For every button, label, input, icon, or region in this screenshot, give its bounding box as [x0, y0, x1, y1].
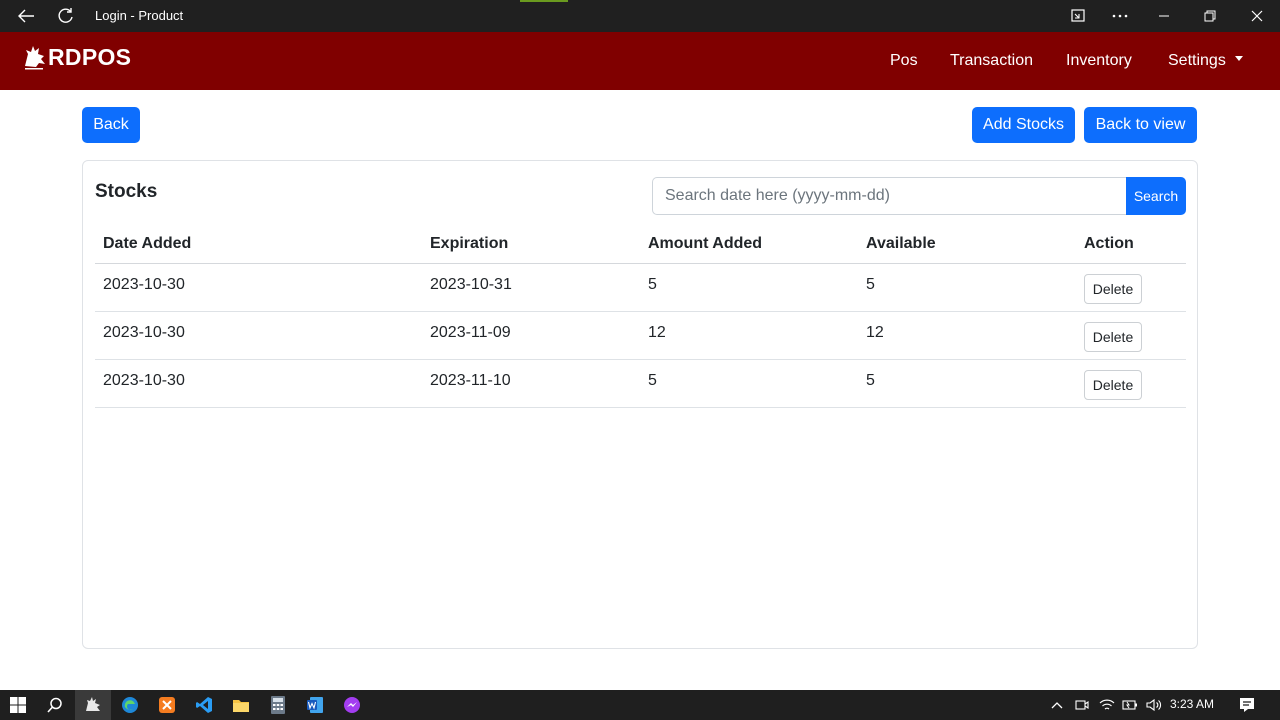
- cell-amount-added: 5: [648, 276, 657, 293]
- app-navbar: RDPOS Pos Transaction Inventory Settings: [0, 32, 1280, 90]
- brand-logo-icon: [25, 46, 45, 70]
- stocks-table: Date Added Expiration Amount Added Avail…: [95, 225, 1186, 408]
- cell-available: 12: [866, 324, 884, 341]
- close-icon[interactable]: [1243, 0, 1271, 32]
- stocks-title: Stocks: [95, 181, 158, 202]
- delete-button[interactable]: Delete: [1084, 322, 1142, 352]
- vscode-icon[interactable]: [186, 690, 222, 720]
- back-to-view-button[interactable]: Back to view: [1084, 107, 1197, 143]
- windows-start-icon[interactable]: [0, 690, 36, 720]
- cell-available: 5: [866, 276, 875, 293]
- column-header-action: Action: [1084, 235, 1134, 252]
- nav-item-inventory[interactable]: Inventory: [1066, 52, 1132, 70]
- cell-amount-added: 5: [648, 372, 657, 389]
- brand[interactable]: RDPOS: [22, 42, 131, 72]
- chevron-down-icon: [1234, 56, 1243, 62]
- file-explorer-icon[interactable]: [223, 690, 259, 720]
- xampp-icon[interactable]: [149, 690, 185, 720]
- cell-expiration: 2023-11-10: [430, 372, 511, 389]
- taskbar: 3:23 AM: [0, 690, 1280, 720]
- rdpos-app-icon[interactable]: [75, 690, 111, 720]
- table-row: 2023-10-30 2023-10-31 5 5 Delete: [95, 264, 1186, 312]
- titlebar-accent: [520, 0, 568, 2]
- column-header-available: Available: [866, 235, 936, 252]
- meet-now-icon[interactable]: [1068, 690, 1096, 720]
- nav-item-settings-label: Settings: [1168, 52, 1226, 69]
- window-title: Login - Product: [95, 8, 184, 23]
- stocks-card: Stocks Search Date Added Expiration Amou…: [82, 160, 1198, 649]
- add-stocks-button[interactable]: Add Stocks: [972, 107, 1075, 143]
- back-button[interactable]: Back: [82, 107, 140, 143]
- column-header-date-added: Date Added: [103, 235, 192, 252]
- cell-date-added: 2023-10-30: [103, 276, 185, 293]
- cell-available: 5: [866, 372, 875, 389]
- more-options-icon[interactable]: [1106, 0, 1134, 32]
- cell-amount-added: 12: [648, 324, 666, 341]
- messenger-icon[interactable]: [334, 690, 370, 720]
- search-icon[interactable]: [37, 690, 73, 720]
- calculator-icon[interactable]: [260, 690, 296, 720]
- table-row: 2023-10-30 2023-11-09 12 12 Delete: [95, 312, 1186, 360]
- taskbar-clock[interactable]: 3:23 AM: [1170, 697, 1214, 711]
- column-header-expiration: Expiration: [430, 235, 509, 252]
- brand-name: RDPOS: [48, 43, 132, 70]
- back-arrow-icon[interactable]: [12, 0, 40, 32]
- volume-icon[interactable]: [1140, 690, 1168, 720]
- edge-browser-icon[interactable]: [112, 690, 148, 720]
- refresh-icon[interactable]: [52, 0, 80, 32]
- cell-date-added: 2023-10-30: [103, 324, 185, 341]
- nav-item-settings[interactable]: Settings: [1168, 52, 1243, 70]
- cell-date-added: 2023-10-30: [103, 372, 185, 389]
- nav-item-transaction[interactable]: Transaction: [950, 52, 1033, 70]
- table-header: Date Added Expiration Amount Added Avail…: [95, 225, 1186, 264]
- column-header-amount-added: Amount Added: [648, 235, 763, 252]
- delete-button[interactable]: Delete: [1084, 274, 1142, 304]
- minimize-icon[interactable]: [1150, 0, 1178, 32]
- window-titlebar: Login - Product: [0, 0, 1280, 32]
- notification-center-icon[interactable]: [1230, 690, 1264, 720]
- word-icon[interactable]: [297, 690, 333, 720]
- delete-button[interactable]: Delete: [1084, 370, 1142, 400]
- search-button[interactable]: Search: [1126, 177, 1186, 215]
- search-input[interactable]: [652, 177, 1128, 215]
- table-row: 2023-10-30 2023-11-10 5 5 Delete: [95, 360, 1186, 408]
- cast-icon[interactable]: [1064, 0, 1092, 32]
- restore-icon[interactable]: [1196, 0, 1224, 32]
- nav-item-pos[interactable]: Pos: [890, 52, 918, 70]
- cell-expiration: 2023-10-31: [430, 276, 512, 293]
- cell-expiration: 2023-11-09: [430, 324, 511, 341]
